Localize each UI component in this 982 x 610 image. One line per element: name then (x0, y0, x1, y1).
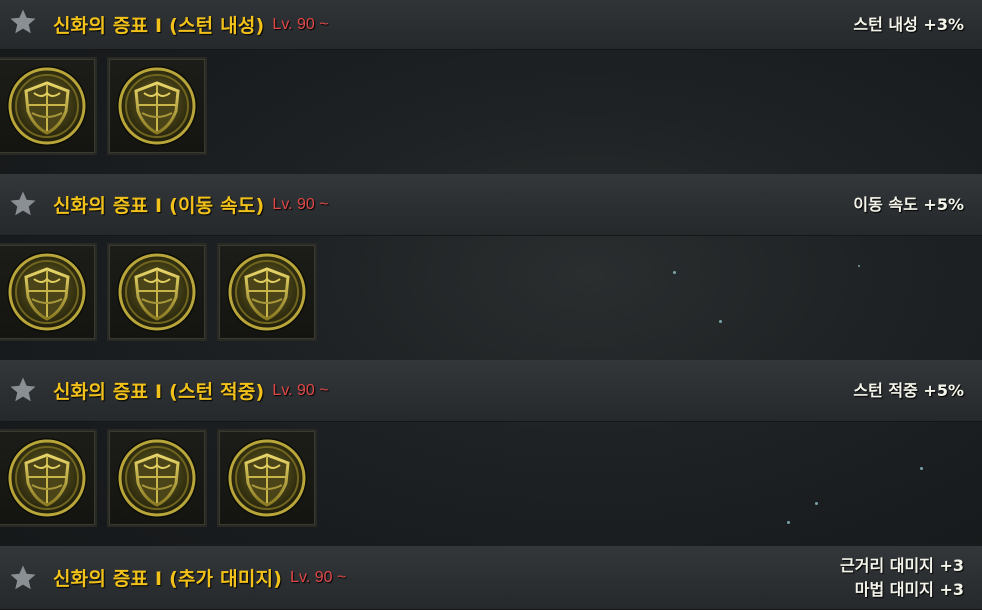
set-effect-line: 마법 대미지 +3 (854, 579, 964, 599)
level-requirement: Lv. 90 ~ (272, 15, 329, 33)
level-requirement: Lv. 90 ~ (272, 381, 329, 399)
set-effect-line: 스턴 적중 +5% (853, 380, 964, 400)
set-header: 신화의 증표 I (스턴 적중) Lv. 90 ~ 스턴 적중 +5% (0, 360, 982, 422)
set-effect-line: 이동 속도 +5% (853, 194, 964, 214)
set-effect-line: 스턴 내성 +3% (853, 14, 964, 34)
item-slot[interactable] (217, 243, 317, 341)
shield-emblem-icon (117, 438, 197, 518)
sparkle (815, 502, 818, 505)
set-effect: 스턴 내성 +3% (853, 0, 964, 55)
item-slot[interactable] (217, 429, 317, 527)
star-icon[interactable] (8, 7, 38, 37)
shield-emblem-icon (117, 252, 197, 332)
item-slot[interactable] (107, 243, 207, 341)
star-icon[interactable] (8, 563, 38, 593)
item-slot[interactable] (0, 429, 97, 527)
level-requirement: Lv. 90 ~ (272, 195, 329, 213)
item-slot[interactable] (107, 429, 207, 527)
star-icon[interactable] (8, 189, 38, 219)
shield-emblem-icon (7, 252, 87, 332)
set-effect: 스턴 적중 +5% (853, 360, 964, 421)
set-title: 신화의 증표 I (스턴 내성) (53, 15, 265, 37)
set-effect: 이동 속도 +5% (853, 174, 964, 235)
shield-emblem-icon (7, 438, 87, 518)
set-title: 신화의 증표 I (추가 대미지) (53, 568, 283, 590)
item-slot[interactable] (0, 57, 97, 155)
shield-emblem-icon (227, 438, 307, 518)
level-requirement: Lv. 90 ~ (290, 568, 347, 586)
set-header: 신화의 증표 I (스턴 내성) Lv. 90 ~ 스턴 내성 +3% (0, 0, 982, 50)
sparkle (858, 265, 860, 267)
sparkle (673, 271, 676, 274)
set-effect-line: 근거리 대미지 +3 (840, 555, 964, 575)
shield-emblem-icon (227, 252, 307, 332)
sparkle (719, 320, 722, 323)
shield-emblem-icon (7, 66, 87, 146)
set-title: 신화의 증표 I (스턴 적중) (53, 381, 265, 403)
set-title: 신화의 증표 I (이동 속도) (53, 195, 265, 217)
set-effect: 근거리 대미지 +3 마법 대미지 +3 (840, 546, 964, 609)
sparkle (787, 521, 790, 524)
set-header: 신화의 증표 I (추가 대미지) Lv. 90 ~ 근거리 대미지 +3 마법… (0, 546, 982, 610)
shield-emblem-icon (117, 66, 197, 146)
item-slot[interactable] (107, 57, 207, 155)
item-slot[interactable] (0, 243, 97, 341)
star-icon[interactable] (8, 375, 38, 405)
sparkle (920, 467, 923, 470)
set-header: 신화의 증표 I (이동 속도) Lv. 90 ~ 이동 속도 +5% (0, 174, 982, 236)
